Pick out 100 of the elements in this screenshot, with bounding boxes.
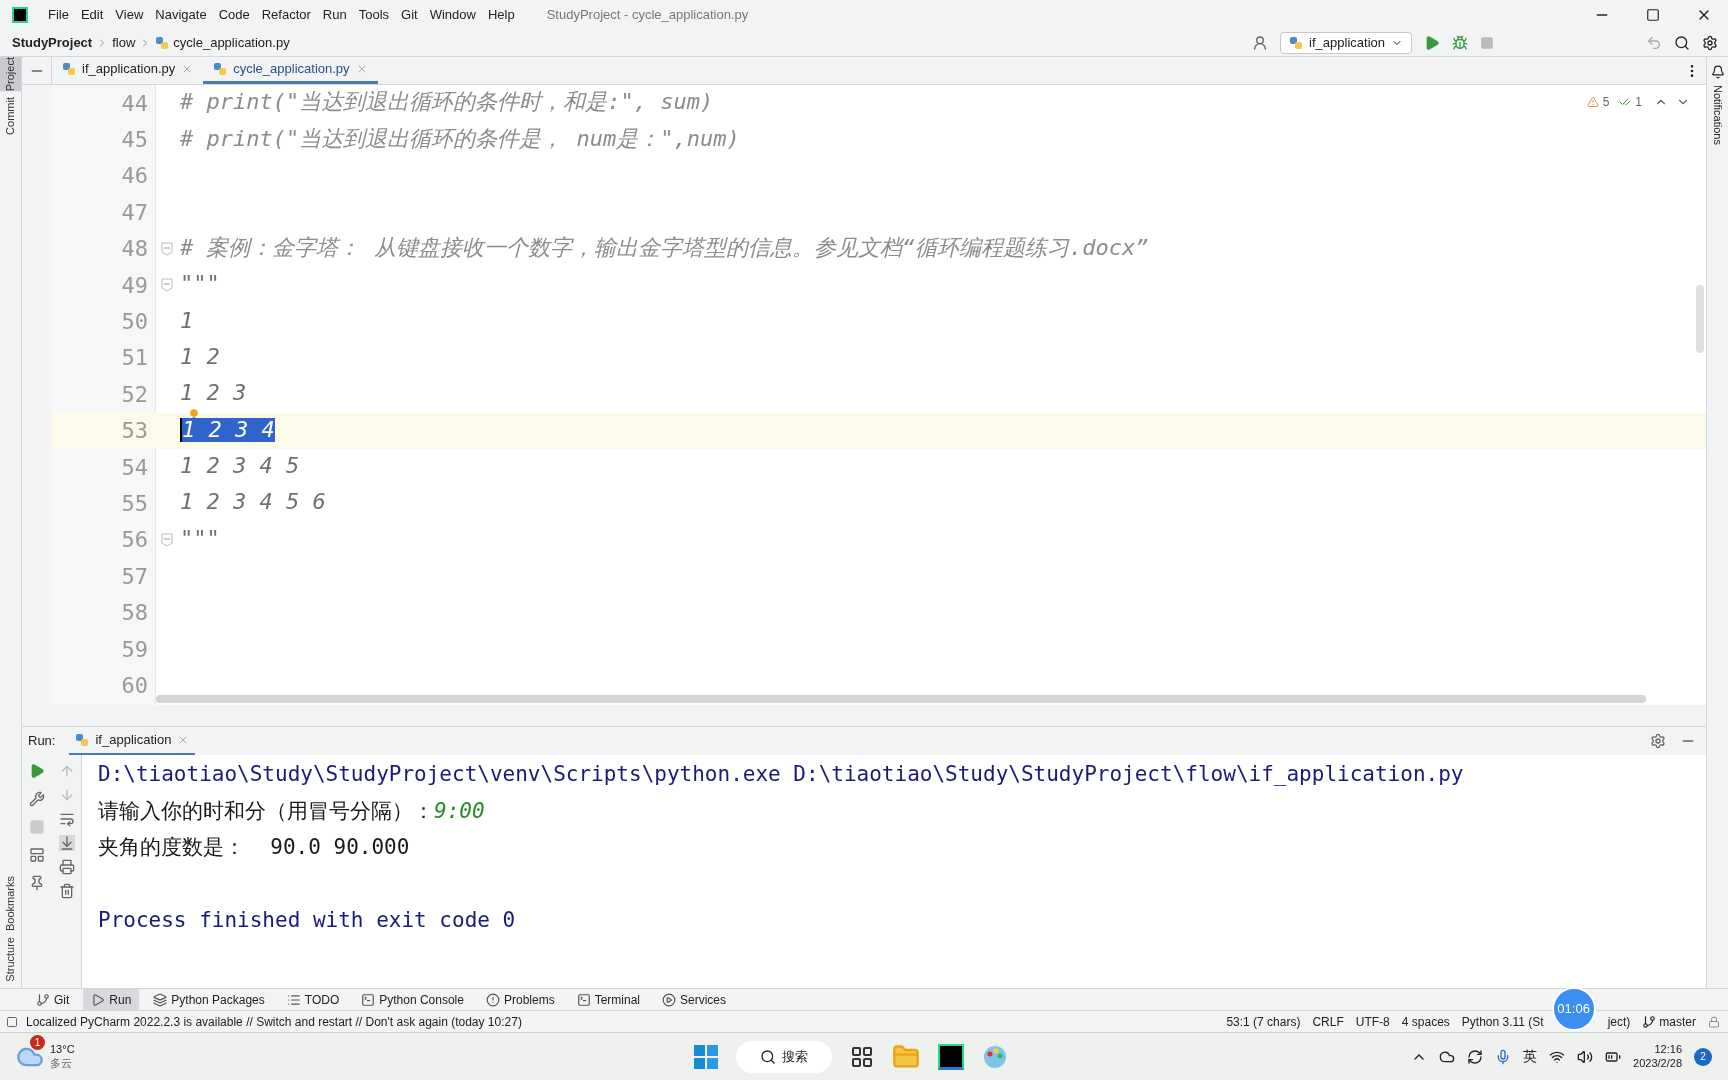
line-number: 47 [121,199,148,225]
code-line: 1 2 3 4 5 6 [180,490,326,515]
breadcrumb-item[interactable]: cycle_application.py [173,32,290,53]
tool-window-tab[interactable]: Notifications [1709,85,1726,145]
taskbar-search[interactable]: 搜索 [736,1040,832,1073]
tool-window-tab[interactable]: Structure [0,937,21,982]
code-line: # print("当达到退出循环的条件是， num是：",num) [180,126,740,151]
fold-marker-icon[interactable] [161,532,173,547]
clock-date[interactable]: 2023/2/28 [1633,1056,1682,1071]
breadcrumb-item[interactable]: StudyProject [12,32,93,53]
tool-window-button[interactable]: Terminal [568,989,648,1010]
volume-icon[interactable] [1577,1048,1594,1065]
palette-icon[interactable] [982,1043,1008,1070]
tool-window-button[interactable]: Git [28,989,78,1010]
line-number: 60 [121,672,148,698]
tool-window-tab[interactable]: Bookmarks [0,876,21,932]
layers-icon [153,992,168,1007]
horizontal-scrollbar[interactable] [156,695,1646,703]
console-command: Process finished with exit code 0 [98,907,516,934]
interpreter[interactable]: Python 3.11 (St [1461,1012,1544,1031]
file-encoding[interactable]: UTF-8 [1355,1012,1390,1031]
restore-icon[interactable] [1646,7,1660,22]
search-icon[interactable] [1674,34,1690,51]
tool-window-button[interactable]: TODO [278,989,348,1010]
settings-icon[interactable] [1702,34,1718,51]
tool-window-tab[interactable]: Project [0,57,21,92]
menu-item[interactable]: Window [429,4,476,25]
python-file-icon [155,35,170,50]
tool-window-button[interactable]: Python Packages [145,989,273,1010]
menu-item[interactable]: Navigate [155,4,207,25]
code-line: 1 2 [180,344,220,369]
bell-icon[interactable] [1710,65,1725,79]
message-icon[interactable] [6,1015,18,1028]
tool-window-button[interactable]: Python Console [353,989,472,1010]
fold-marker-icon[interactable] [161,241,173,256]
line-number: 53 [121,418,148,444]
user-icon[interactable] [1252,34,1269,51]
print-icon[interactable] [58,859,75,875]
tool-window-button[interactable]: Problems [477,989,563,1010]
menu-item[interactable]: Run [322,4,347,25]
tool-window-tab[interactable]: Commit [0,97,21,136]
console-prompt: 请输入你的时和分（用冒号分隔）： [98,797,434,825]
indent-setting[interactable]: 4 spaces [1401,1012,1450,1031]
input-method[interactable]: 英 [1523,1046,1538,1067]
trash-icon[interactable] [58,883,75,899]
sync-icon[interactable] [1467,1048,1484,1065]
windows-start-icon[interactable] [694,1044,718,1069]
passed-count[interactable]: 1 [1635,93,1642,111]
interpreter[interactable]: ject) [1607,1012,1631,1031]
vertical-scrollbar[interactable] [1696,285,1704,353]
recording-timer: 01:06 [1551,986,1596,1031]
fold-marker-icon[interactable] [161,278,173,293]
menu-item[interactable]: Help [487,4,515,25]
git-branch[interactable]: master [1659,1012,1696,1031]
console-output: 夹角的度数是： 90.0 90.000 [98,834,410,862]
task-view-icon[interactable] [850,1044,874,1069]
line-number: 48 [121,236,148,262]
line-number: 44 [121,90,148,116]
status-message[interactable]: Localized PyCharm 2022.2.3 is available // Switch and restart // Don't ask again (today 10:27) [26,1012,522,1031]
menu-item[interactable]: Git [401,4,418,25]
notification-badge[interactable]: 2 [1694,1047,1712,1066]
pycharm-taskbar-icon[interactable] [938,1043,964,1070]
play-icon [91,992,106,1007]
lightbulb-icon[interactable] [190,409,198,420]
run-icon[interactable] [1424,34,1440,51]
menu-item[interactable]: View [115,4,144,25]
line-number: 59 [121,636,148,662]
code-line: """ [180,526,220,551]
python-file-icon [213,62,228,76]
run-tab[interactable]: if_application [69,727,196,755]
tool-window-button[interactable]: Run [83,989,140,1010]
debug-icon[interactable] [1452,34,1468,51]
console-icon [361,992,376,1007]
warning-icon [1586,96,1599,108]
alert-icon [485,992,500,1007]
console-command: D:\tiaotiao\Study\StudyProject\venv\Scripts\python.exe D:\tiaotiao\Study\StudyProject\flow\if_application.py [98,761,1464,789]
menu-item[interactable]: File [48,4,69,25]
warning-count[interactable]: 5 [1602,93,1610,111]
menu-item[interactable]: Code [218,4,250,25]
line-ending[interactable]: CRLF [1312,1012,1344,1031]
temperature[interactable]: 13°C [50,1042,75,1057]
layout-icon[interactable] [29,847,45,863]
lock-icon[interactable] [1708,1015,1720,1028]
editor-tab[interactable]: if_application.py [52,57,204,84]
pin-icon[interactable] [29,875,45,891]
menu-item[interactable]: Edit [80,4,104,25]
python-file-icon [75,733,90,747]
rerun-icon[interactable] [29,763,45,779]
scroll-to-end-icon[interactable] [58,835,75,851]
breadcrumb-item[interactable]: flow [112,32,136,53]
menu-item[interactable]: Refactor [261,4,311,25]
soft-wrap-icon[interactable] [58,811,75,827]
caret-position[interactable]: 53:1 (7 chars) [1226,1012,1301,1031]
wrench-icon[interactable] [29,791,45,807]
line-number: 58 [121,600,148,626]
clock-time[interactable]: 12:16 [1654,1042,1682,1057]
tool-window-button[interactable]: Services [654,989,734,1010]
run-configuration-dropdown[interactable]: if_application [1280,31,1412,54]
menu-item[interactable]: Tools [358,4,390,25]
weather-condition[interactable]: 多云 [50,1056,75,1071]
